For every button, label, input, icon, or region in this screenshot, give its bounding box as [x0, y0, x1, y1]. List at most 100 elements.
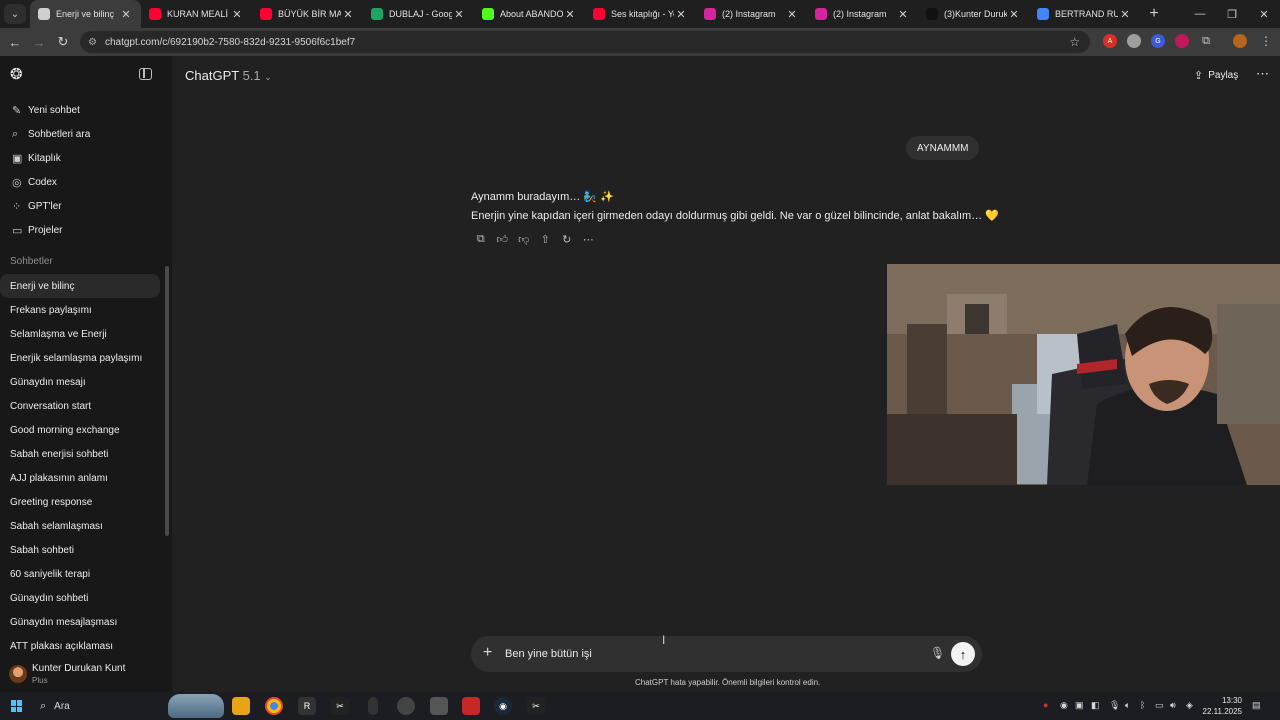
tray-app-icon[interactable]: ◧: [1091, 700, 1100, 711]
minimize-icon[interactable]: —: [1184, 8, 1216, 20]
sidebar-nav-item[interactable]: ▣ Kitaplık: [0, 146, 172, 170]
sidebar-nav-item[interactable]: ◎ Codex: [0, 170, 172, 194]
tab-search-menu-icon[interactable]: ⌄: [4, 4, 26, 24]
browser-tab[interactable]: DUBLAJ - Google✕: [363, 0, 474, 28]
chat-history-item[interactable]: AJJ plakasının anlamı: [0, 466, 160, 490]
prompt-input[interactable]: Ben yine bütün işi: [505, 648, 592, 660]
bookmark-star-icon[interactable]: ☆: [1069, 35, 1080, 49]
close-tab-icon[interactable]: ✕: [452, 8, 466, 21]
steam-icon[interactable]: ◉: [494, 697, 512, 715]
back-icon[interactable]: ←: [3, 35, 27, 50]
chat-history-item[interactable]: Conversation start: [0, 394, 160, 418]
sidebar-toggle-icon[interactable]: [139, 68, 152, 80]
chat-history-item[interactable]: Günaydın sohbeti: [0, 586, 160, 610]
app-r-icon[interactable]: R: [298, 697, 316, 715]
close-tab-icon[interactable]: ✕: [896, 8, 910, 21]
tray-app-icon[interactable]: ●: [1043, 700, 1048, 710]
app-icon[interactable]: [397, 697, 415, 715]
bluetooth-icon[interactable]: ᛒ: [1140, 700, 1145, 710]
close-tab-icon[interactable]: ✕: [563, 8, 577, 21]
more-options-icon[interactable]: ⋯: [1256, 66, 1269, 82]
send-button[interactable]: ↑: [951, 642, 975, 666]
extension-icon[interactable]: [1127, 34, 1141, 48]
sidebar-nav-item[interactable]: ⁘ GPT'ler: [0, 194, 172, 218]
notifications-icon[interactable]: ▤: [1252, 700, 1261, 711]
browser-tab[interactable]: KURAN MEALİ TA✕: [141, 0, 252, 28]
taskbar-search[interactable]: ⌕ Ara: [34, 694, 224, 718]
add-attachment-icon[interactable]: +: [483, 645, 492, 661]
share-message-icon[interactable]: ⇧: [535, 233, 557, 246]
close-tab-icon[interactable]: ✕: [1118, 8, 1132, 21]
capcut-icon[interactable]: ✂: [527, 697, 545, 715]
chat-history-item[interactable]: Enerjik selamlaşma paylaşımı: [0, 346, 160, 370]
microphone-tray-icon[interactable]: 🎙︎: [1109, 700, 1120, 711]
browser-tab[interactable]: About ABANDON✕: [474, 0, 585, 28]
extension-icon[interactable]: [1175, 34, 1189, 48]
chat-history-item[interactable]: ATT plakası açıklaması: [0, 634, 160, 658]
forward-icon[interactable]: →: [27, 35, 51, 50]
chat-history-item[interactable]: Enerji ve bilinç: [0, 274, 160, 298]
close-tab-icon[interactable]: ✕: [341, 8, 355, 21]
browser-tab[interactable]: (3)Kunter Durukan✕: [918, 0, 1029, 28]
address-bar[interactable]: ⚙ chatgpt.com/c/692190b2-7580-832d-9231-…: [80, 31, 1090, 53]
share-button[interactable]: ⇪ Paylaş: [1194, 69, 1238, 82]
app-icon[interactable]: [368, 697, 378, 715]
chat-history-item[interactable]: 60 saniyelik terapi: [0, 562, 160, 586]
chat-history-item[interactable]: Sabah selamlaşması: [0, 514, 160, 538]
file-explorer-icon[interactable]: [232, 697, 250, 715]
chat-history-item[interactable]: Günaydın mesajı: [0, 370, 160, 394]
browser-menu-icon[interactable]: ⋮: [1259, 34, 1273, 48]
tray-app-icon[interactable]: ▣: [1075, 700, 1084, 711]
thumbs-down-icon[interactable]: 👎︎: [513, 233, 535, 246]
browser-tab[interactable]: (2) Instagram ✕: [696, 0, 807, 28]
site-info-icon[interactable]: ⚙: [88, 37, 97, 48]
browser-tab[interactable]: Ses kitaplığı - You✕: [585, 0, 696, 28]
close-tab-icon[interactable]: ✕: [785, 8, 799, 21]
browser-tab[interactable]: Enerji ve bilinç ✕: [30, 0, 141, 28]
app-icon[interactable]: [462, 697, 480, 715]
close-tab-icon[interactable]: ✕: [1007, 8, 1021, 21]
copy-icon[interactable]: ⧉: [470, 233, 492, 246]
sidebar-scrollbar[interactable]: [165, 266, 169, 536]
close-tab-icon[interactable]: ✕: [230, 8, 244, 21]
browser-tab[interactable]: BERTRAND RUSSE✕: [1029, 0, 1140, 28]
volume-icon[interactable]: 🔊︎: [1170, 700, 1176, 711]
profile-avatar[interactable]: [1233, 34, 1247, 48]
extension-icon[interactable]: G: [1151, 34, 1165, 48]
sidebar-nav-item[interactable]: ✎ Yeni sohbet: [0, 98, 172, 122]
user-account-button[interactable]: Kunter Durukan Kunt Plus: [0, 656, 172, 692]
windows-start-icon[interactable]: [11, 700, 23, 712]
microphone-icon[interactable]: 🎙︎: [930, 646, 945, 660]
speaker-icon[interactable]: 🔈︎: [1125, 700, 1130, 711]
microphone-app-icon[interactable]: [430, 697, 448, 715]
close-window-icon[interactable]: ✕: [1248, 8, 1280, 21]
chat-history-item[interactable]: Sabah sohbeti: [0, 538, 160, 562]
openai-logo-icon[interactable]: ❂: [10, 67, 26, 83]
extensions-puzzle-icon[interactable]: ⧉: [1199, 34, 1213, 48]
browser-tab[interactable]: BÜYÜK BİR MANE✕: [252, 0, 363, 28]
chat-history-item[interactable]: Selamlaşma ve Enerji: [0, 322, 160, 346]
restore-icon[interactable]: ❐: [1216, 8, 1248, 21]
tray-app-icon[interactable]: ◈: [1186, 700, 1193, 711]
chrome-icon[interactable]: [265, 697, 283, 715]
new-tab-button[interactable]: +: [1142, 5, 1166, 23]
chat-history-item[interactable]: Frekans paylaşımı: [0, 298, 160, 322]
sidebar-nav-item[interactable]: ▭ Projeler: [0, 218, 172, 242]
chat-history-item[interactable]: Good morning exchange: [0, 418, 160, 442]
regenerate-icon[interactable]: ↻: [556, 233, 578, 246]
chat-history-item[interactable]: Sabah enerjisi sohbeti: [0, 442, 160, 466]
more-actions-icon[interactable]: ⋯: [578, 233, 600, 246]
chat-history-item[interactable]: Günaydın mesajlaşması: [0, 610, 160, 634]
close-tab-icon[interactable]: ✕: [119, 8, 133, 21]
close-tab-icon[interactable]: ✕: [674, 8, 688, 21]
sidebar-nav-item[interactable]: ⌕ Sohbetleri ara: [0, 122, 172, 146]
network-icon[interactable]: ▭: [1155, 700, 1164, 711]
steam-tray-icon[interactable]: ◉: [1060, 700, 1068, 711]
browser-tab[interactable]: (2) Instagram ✕: [807, 0, 918, 28]
reload-icon[interactable]: ↻: [51, 34, 75, 50]
chat-history-item[interactable]: Greeting response: [0, 490, 160, 514]
system-clock[interactable]: 13:30 22.11.2025: [1202, 695, 1242, 717]
model-selector[interactable]: ChatGPT 5.1 ⌄: [185, 68, 272, 83]
adblock-extension-icon[interactable]: A: [1103, 34, 1117, 48]
thumbs-up-icon[interactable]: 👍︎: [492, 233, 514, 246]
